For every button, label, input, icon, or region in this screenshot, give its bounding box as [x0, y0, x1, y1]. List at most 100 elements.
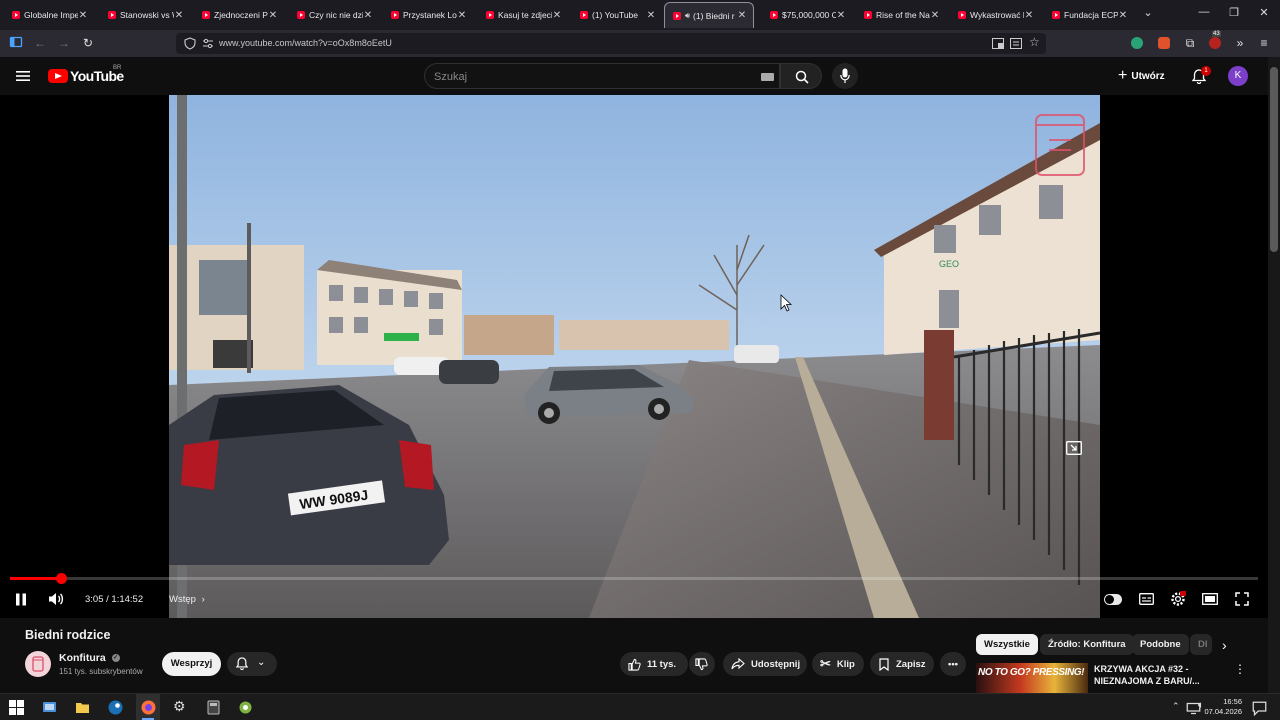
close-window-icon[interactable]: ✕ [1254, 6, 1274, 19]
url-bar[interactable]: www.youtube.com/watch?v=oOx8m8oEetU ☆ [176, 33, 1046, 54]
browser-menu-icon[interactable]: ≡ [1256, 35, 1272, 51]
system-clock[interactable]: 16:56 07.04.2026 [1204, 697, 1242, 717]
chapter-button[interactable]: Wstęp › [169, 594, 205, 605]
browser-tab[interactable]: Przystanek Lom✕ [383, 2, 473, 28]
back-icon[interactable]: ← [32, 35, 48, 51]
save-button[interactable]: Zapisz [870, 652, 934, 676]
info-card-icon[interactable] [1066, 441, 1082, 455]
tab-close-icon[interactable]: ✕ [78, 10, 88, 21]
youtube-logo-icon[interactable] [48, 69, 68, 83]
reload-icon[interactable]: ↻ [80, 35, 96, 51]
browser-tab[interactable]: Stanowski vs W ✕ [100, 2, 190, 28]
theater-mode-icon[interactable] [1202, 593, 1218, 605]
browser-tab[interactable]: Wykastrować b ✕ [950, 2, 1040, 28]
tab-audio-icon[interactable]: 🔊︎ [685, 11, 690, 21]
tray-chevron-up-icon[interactable]: ⌃ [1172, 701, 1180, 712]
ublock-extension-icon[interactable]: 43 [1209, 31, 1221, 49]
steam-icon[interactable] [108, 700, 123, 715]
settings-app-icon[interactable]: ⚙ [173, 698, 186, 715]
recommended-video-thumbnail[interactable]: NO TO GO? PRESSING! [976, 663, 1088, 694]
tab-close-icon[interactable]: ✕ [836, 10, 846, 21]
time-display: 3:05 / 1:14:52 [85, 594, 144, 605]
tab-close-icon[interactable]: ✕ [1024, 10, 1034, 21]
voice-search-button[interactable] [832, 63, 858, 89]
picture-in-picture-icon[interactable] [992, 38, 1004, 49]
browser-tab[interactable]: Rise of the Nazi ✕ [856, 2, 946, 28]
channel-name[interactable]: Konfitura ✓ [59, 652, 120, 664]
recommended-more-icon[interactable]: ⋮ [1234, 662, 1246, 676]
create-button[interactable]: + Utwórz [1118, 64, 1165, 88]
tab-list-dropdown-icon[interactable]: ⌄ [1138, 6, 1158, 19]
fox-extension-icon[interactable] [1158, 37, 1170, 49]
tab-close-icon[interactable]: ✕ [268, 10, 278, 21]
minimize-icon[interactable]: — [1194, 6, 1214, 18]
windows-start-icon[interactable] [9, 700, 24, 715]
task-view-icon[interactable] [42, 700, 57, 715]
subtitles-icon[interactable] [1139, 593, 1154, 605]
browser-tab[interactable]: Zjednoczeni Prz✕ [194, 2, 284, 28]
fullscreen-icon[interactable] [1235, 592, 1249, 606]
chips-next-chevron-icon[interactable]: › [1222, 637, 1227, 653]
settings-gear-icon[interactable] [1170, 591, 1186, 607]
dislike-button[interactable] [689, 652, 715, 676]
browser-tab[interactable]: $75,000,000 Cry✕ [762, 2, 852, 28]
vpn-extension-icon[interactable] [1131, 37, 1143, 49]
chip-all[interactable]: Wszystkie [976, 634, 1038, 655]
chip-related[interactable]: Podobne [1132, 634, 1189, 655]
browser-tab[interactable]: Kasuj te zdjecia ✕ [478, 2, 568, 28]
clip-button[interactable]: ✂ Klip [812, 652, 864, 676]
tab-close-icon[interactable]: ✕ [174, 10, 184, 21]
speaker-icon[interactable]: 🔈︎ [1198, 700, 1204, 711]
chip-from-channel[interactable]: Źródło: Konfitura [1040, 634, 1134, 655]
tab-close-icon[interactable]: ✕ [552, 10, 562, 21]
notification-center-icon[interactable] [1252, 701, 1267, 716]
extensions-puzzle-icon[interactable]: ⧉ [1182, 35, 1198, 51]
pause-icon[interactable] [15, 593, 27, 606]
recommended-video-title[interactable]: KRZYWA AKCJA #32 - NIEZNAJOMA Z BARU/... [1094, 663, 1230, 687]
volume-icon[interactable] [48, 592, 64, 606]
browser-tab[interactable]: (1) YouTube ✕ [572, 2, 662, 28]
progress-bar[interactable] [10, 573, 1258, 584]
search-input[interactable]: Szukaj [424, 63, 780, 89]
tab-close-icon[interactable]: ✕ [457, 10, 467, 21]
channel-avatar[interactable] [25, 651, 51, 677]
bookmark-star-icon[interactable]: ☆ [1029, 35, 1040, 49]
tab-close-icon[interactable]: ✕ [646, 10, 656, 21]
maximize-icon[interactable]: ❐ [1224, 6, 1244, 19]
account-avatar[interactable]: K [1228, 66, 1248, 86]
permissions-icon[interactable] [202, 38, 214, 49]
tab-close-icon[interactable]: ✕ [930, 10, 940, 21]
chip-truncated[interactable]: Dl [1190, 634, 1212, 655]
reader-view-icon[interactable] [1010, 38, 1022, 49]
tab-close-icon[interactable]: ✕ [1118, 10, 1128, 21]
firefox-icon[interactable] [141, 700, 156, 715]
join-button[interactable]: Wesprzyj [162, 652, 221, 676]
like-button[interactable]: 11 tys. [620, 652, 688, 676]
forward-icon[interactable]: → [56, 35, 72, 51]
tab-close-icon[interactable]: ✕ [363, 10, 373, 21]
progress-scrubber-handle[interactable] [56, 573, 68, 584]
browser-tab[interactable]: Czy nic nie dziej✕ [289, 2, 379, 28]
hamburger-menu-icon[interactable] [16, 70, 30, 82]
browser-tab[interactable]: Fundacja ECPU✕ [1044, 2, 1134, 28]
microphone-icon [840, 68, 850, 83]
plus-icon: + [1118, 67, 1128, 84]
video-player[interactable]: GEO WW 9089J 3:05 / 1:14:52 Wstęp › [0, 95, 1268, 618]
keyboard-icon[interactable] [761, 73, 774, 81]
more-actions-button[interactable]: ••• [940, 652, 966, 676]
scrollbar-thumb[interactable] [1270, 67, 1278, 252]
sidebar-toggle-icon[interactable] [8, 35, 24, 51]
share-button[interactable]: Udostępnij [723, 652, 807, 676]
tab-close-icon[interactable]: ✕ [737, 10, 747, 21]
browser-tab[interactable]: Globalne Imper ✕ [4, 2, 94, 28]
file-explorer-icon[interactable] [75, 700, 90, 715]
autoplay-toggle[interactable] [1104, 594, 1122, 605]
calculator-icon[interactable] [206, 700, 221, 715]
overflow-chevron-icon[interactable]: » [1232, 35, 1248, 51]
browser-tab[interactable]: 🔊︎ (1) Biedni r ✕ [664, 2, 754, 28]
page-scrollbar[interactable] [1268, 57, 1280, 693]
search-button[interactable] [780, 63, 822, 89]
subscribed-bell-button[interactable]: ⌄ [227, 652, 277, 676]
app-cog-icon[interactable] [238, 700, 253, 715]
shield-icon[interactable] [184, 37, 196, 50]
